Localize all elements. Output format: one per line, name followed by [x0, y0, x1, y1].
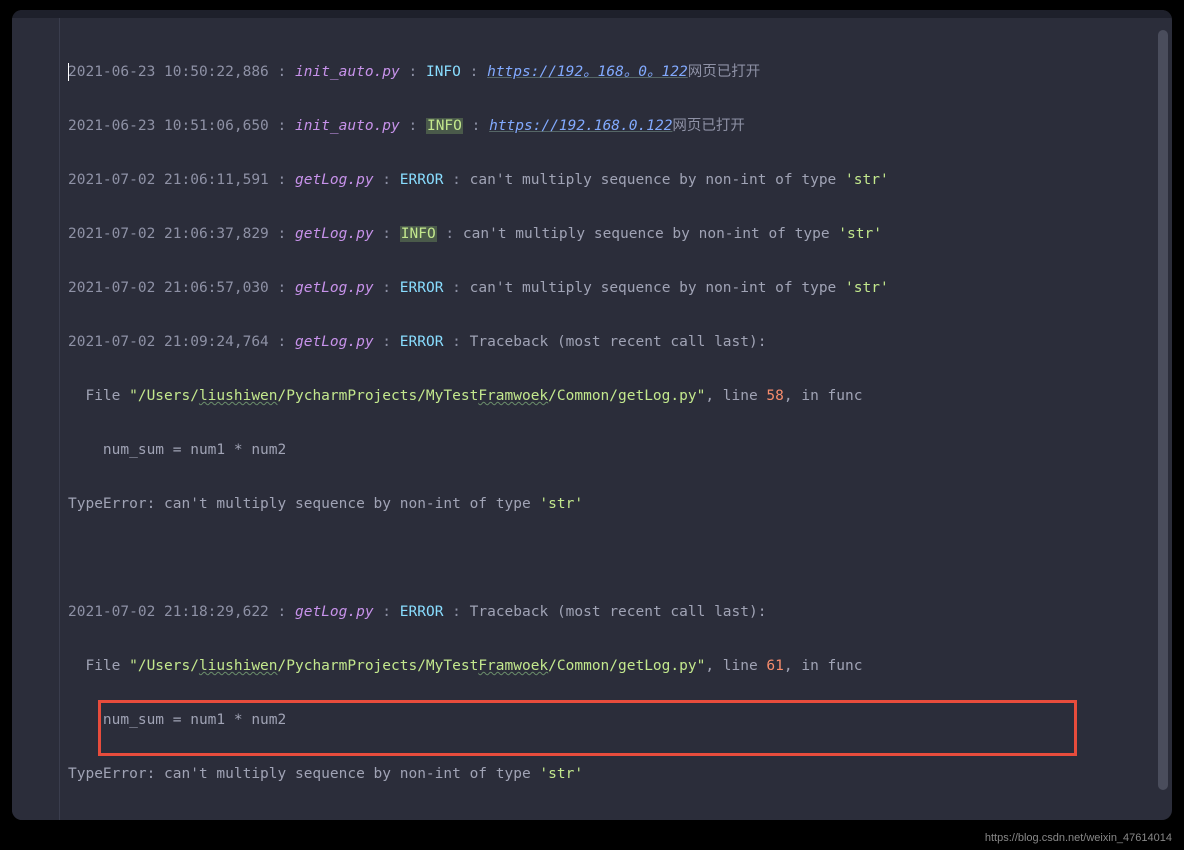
blank-line	[68, 815, 1172, 820]
window-titlebar	[12, 10, 1172, 18]
message: can't multiply sequence by non-int of ty…	[470, 172, 845, 188]
content-wrapper: 2021-06-23 10:50:22,886 : init_auto.py :…	[12, 18, 1172, 820]
filename: init_auto.py	[295, 118, 400, 134]
string-literal: 'str'	[845, 172, 889, 188]
log-line: 2021-07-02 21:06:11,591 : getLog.py : ER…	[68, 167, 1172, 194]
message-suffix: 网页已打开	[672, 118, 745, 134]
string-literal: 'str'	[845, 280, 889, 296]
traceback-file-line: File "/Users/liushiwen/PycharmProjects/M…	[68, 383, 1172, 410]
traceback-header: 2021-07-02 21:18:29,622 : getLog.py : ER…	[68, 599, 1172, 626]
filename: getLog.py	[295, 172, 374, 188]
traceback-code-line: num_sum = num1 * num2	[68, 437, 1172, 464]
timestamp: 2021-07-02 21:06:11,591	[68, 172, 269, 188]
editor-window: 2021-06-23 10:50:22,886 : init_auto.py :…	[12, 10, 1172, 820]
timestamp: 2021-06-23 10:50:22,886	[68, 64, 269, 80]
traceback-file-line: File "/Users/liushiwen/PycharmProjects/M…	[68, 653, 1172, 680]
log-level-highlighted: INFO	[400, 226, 437, 242]
watermark: https://blog.csdn.net/weixin_47614014	[985, 832, 1172, 844]
log-line: 2021-07-02 21:06:57,030 : getLog.py : ER…	[68, 275, 1172, 302]
timestamp: 2021-07-02 21:06:37,829	[68, 226, 269, 242]
timestamp: 2021-06-23 10:51:06,650	[68, 118, 269, 134]
timestamp: 2021-07-02 21:06:57,030	[68, 280, 269, 296]
log-level: INFO	[426, 64, 461, 80]
log-level: ERROR	[400, 280, 444, 296]
scrollbar-thumb[interactable]	[1158, 30, 1168, 790]
filename: getLog.py	[295, 226, 374, 242]
filename: getLog.py	[295, 280, 374, 296]
blank-line	[68, 545, 1172, 572]
traceback-error-line: TypeError: can't multiply sequence by no…	[68, 761, 1172, 788]
log-line: 2021-07-02 21:06:37,829 : getLog.py : IN…	[68, 221, 1172, 248]
traceback-header: 2021-07-02 21:09:24,764 : getLog.py : ER…	[68, 329, 1172, 356]
vertical-scrollbar[interactable]	[1158, 30, 1168, 810]
log-line: 2021-06-23 10:50:22,886 : init_auto.py :…	[68, 59, 1172, 86]
message: can't multiply sequence by non-int of ty…	[470, 280, 845, 296]
editor-gutter	[12, 18, 60, 820]
url: https://192.168.0.122	[489, 118, 672, 134]
traceback-code-line: num_sum = num1 * num2	[68, 707, 1172, 734]
log-level-highlighted: INFO	[426, 118, 463, 134]
traceback-error-line: TypeError: can't multiply sequence by no…	[68, 491, 1172, 518]
filename: init_auto.py	[295, 64, 400, 80]
message-suffix: 网页已打开	[688, 64, 761, 80]
string-literal: 'str'	[838, 226, 882, 242]
log-line: 2021-06-23 10:51:06,650 : init_auto.py :…	[68, 113, 1172, 140]
log-level: ERROR	[400, 172, 444, 188]
code-area[interactable]: 2021-06-23 10:50:22,886 : init_auto.py :…	[60, 18, 1172, 820]
message: can't multiply sequence by non-int of ty…	[463, 226, 838, 242]
url: https://192。168。0。122	[487, 64, 688, 80]
